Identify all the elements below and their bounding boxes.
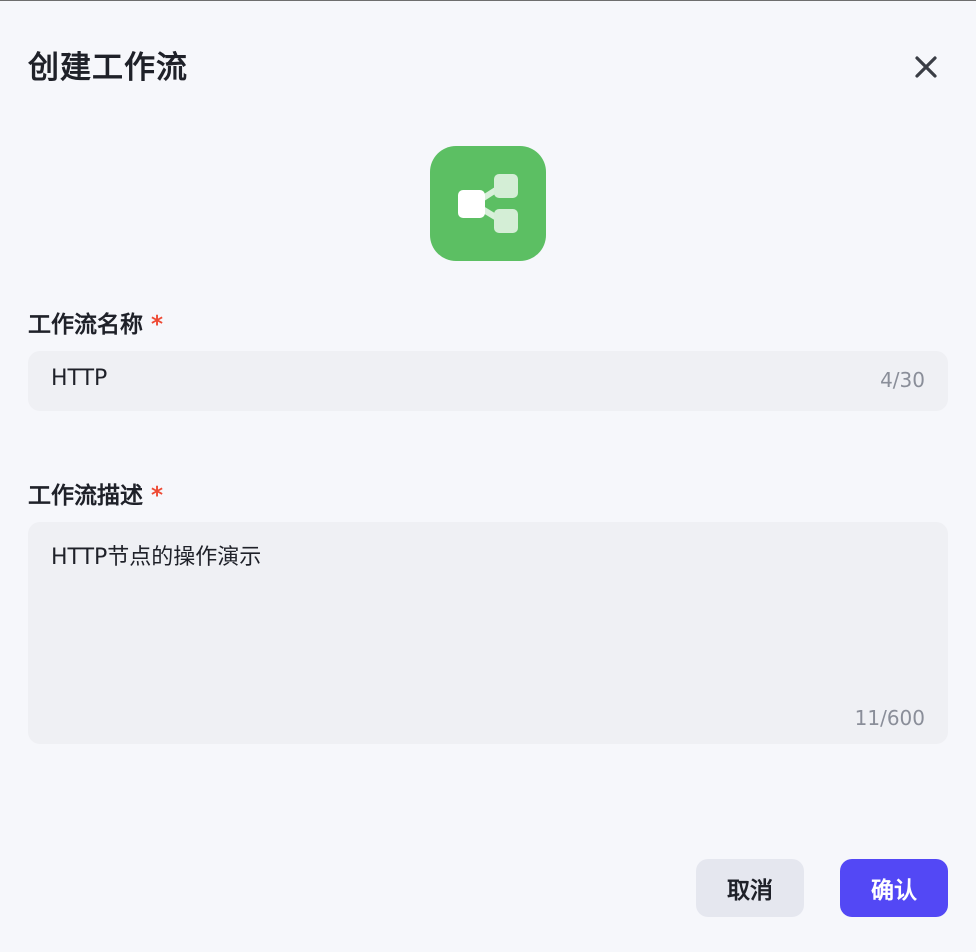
cancel-button[interactable]: 取消 (696, 859, 804, 917)
confirm-button[interactable]: 确认 (840, 859, 948, 917)
desc-field-label: 工作流描述 * (28, 481, 163, 511)
name-input-value[interactable]: HTTP (51, 366, 107, 391)
workflow-name-input[interactable]: HTTP 4/30 (28, 351, 948, 411)
name-char-counter: 4/30 (880, 368, 925, 392)
workflow-share-icon (458, 174, 518, 233)
create-workflow-dialog: 创建工作流 工作流名称 * HTTP 4/30 工作流描述 * HTTP节点的操作演… (0, 0, 976, 952)
name-label-text: 工作流名称 (28, 312, 143, 338)
dialog-title: 创建工作流 (28, 50, 188, 86)
workflow-app-icon[interactable] (430, 146, 546, 261)
desc-char-counter: 11/600 (854, 706, 925, 730)
workflow-description-textarea[interactable]: HTTP节点的操作演示 11/600 (28, 522, 948, 744)
required-mark: * (151, 483, 164, 509)
required-mark: * (151, 312, 164, 338)
close-icon[interactable] (912, 53, 940, 81)
desc-input-value[interactable]: HTTP节点的操作演示 (51, 539, 261, 571)
desc-label-text: 工作流描述 (28, 483, 143, 509)
name-field-label: 工作流名称 * (28, 310, 163, 340)
